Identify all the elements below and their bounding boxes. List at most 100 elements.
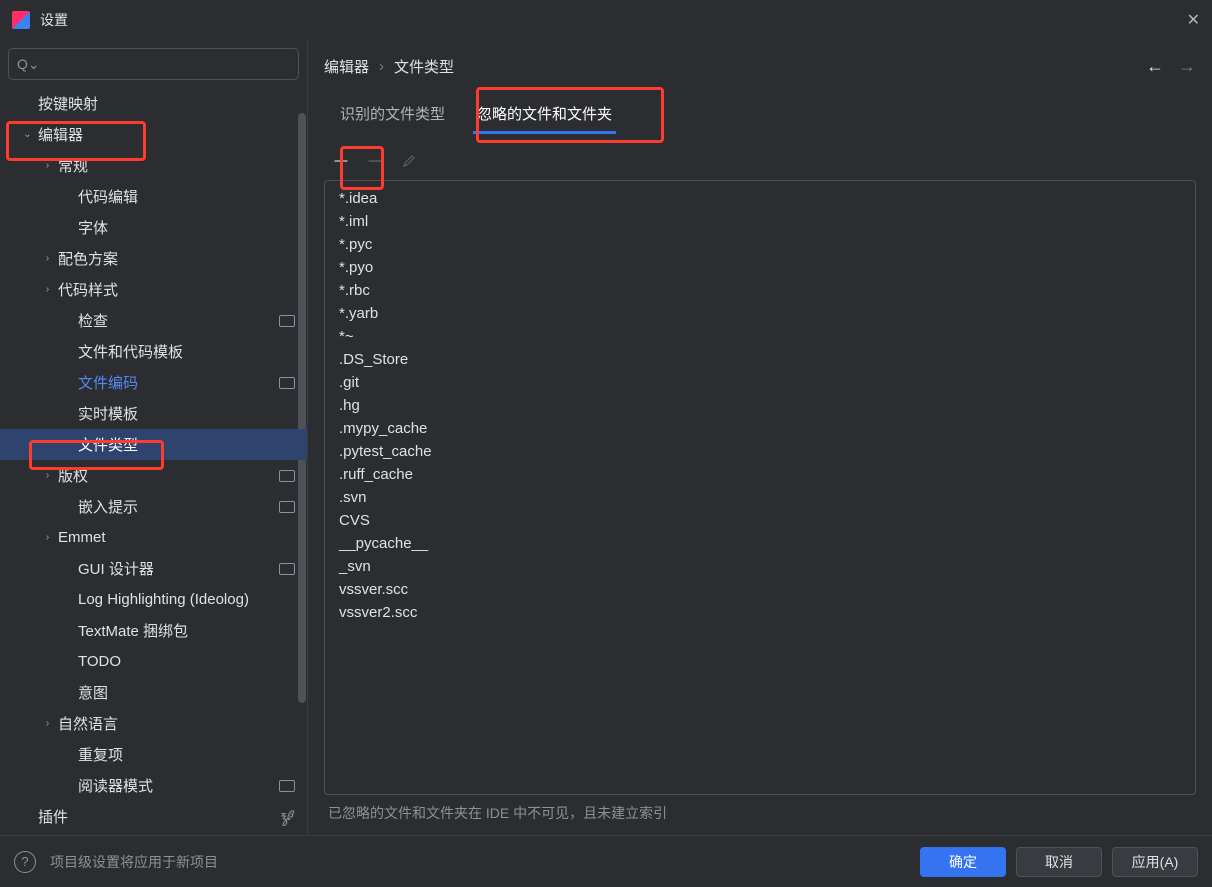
tree-item-label: Emmet [58, 529, 295, 546]
tree-item-label: 阅读器模式 [78, 775, 279, 796]
ignore-pattern-item[interactable]: .git [325, 371, 1195, 394]
ignore-pattern-item[interactable]: *~ [325, 325, 1195, 348]
sidebar-item[interactable]: 文件类型 [0, 429, 307, 460]
ignore-pattern-item[interactable]: *.iml [325, 210, 1195, 233]
nav-back-icon[interactable]: ← [1146, 56, 1164, 77]
sidebar-item[interactable]: 插件🝳 [0, 801, 307, 832]
ignore-pattern-item[interactable]: .hg [325, 394, 1195, 417]
sidebar-item[interactable]: ›自然语言 [0, 708, 307, 739]
sidebar-item[interactable]: 文件和代码模板 [0, 336, 307, 367]
ignore-pattern-item[interactable]: _svn [325, 555, 1195, 578]
settings-tree[interactable]: 按键映射⌄编辑器›常规代码编辑字体›配色方案›代码样式检查文件和代码模板文件编码… [0, 88, 307, 835]
sidebar-item[interactable]: ›常规 [0, 150, 307, 181]
tree-item-label: 文件类型 [78, 434, 295, 455]
tree-item-label: TextMate 捆绑包 [78, 620, 295, 641]
sidebar-item[interactable]: 检查 [0, 305, 307, 336]
ignore-pattern-item[interactable]: CVS [325, 509, 1195, 532]
chevron-right-icon: › [40, 253, 55, 264]
tree-item-label: 意图 [78, 682, 295, 703]
window-title: 设置 [40, 10, 68, 30]
chevron-right-icon: › [40, 532, 55, 543]
sidebar-item[interactable]: ⌄编辑器 [0, 119, 307, 150]
ignore-pattern-item[interactable]: *.idea [325, 187, 1195, 210]
sidebar-item[interactable]: ›配色方案 [0, 243, 307, 274]
ignore-pattern-item[interactable]: .mypy_cache [325, 417, 1195, 440]
tree-item-label: 重复项 [78, 744, 295, 765]
sidebar-item[interactable]: ›版权 [0, 460, 307, 491]
close-icon[interactable]: ✕ [1187, 10, 1200, 30]
ignore-pattern-item[interactable]: vssver.scc [325, 578, 1195, 601]
search-icon: Q⌄ [17, 56, 40, 73]
sidebar-item[interactable]: 代码编辑 [0, 181, 307, 212]
sidebar-item[interactable]: ›Emmet [0, 522, 307, 553]
remove-button[interactable] [362, 148, 388, 174]
sidebar-item[interactable]: 文件编码 [0, 367, 307, 398]
settings-search-input[interactable] [46, 56, 290, 72]
ignore-pattern-item[interactable]: __pycache__ [325, 532, 1195, 555]
apply-button[interactable]: 应用(A) [1112, 847, 1198, 877]
tree-item-label: 文件编码 [78, 372, 279, 393]
tree-item-label: 配色方案 [58, 248, 295, 269]
tree-item-label: 嵌入提示 [78, 496, 279, 517]
sidebar-item[interactable]: TextMate 捆绑包 [0, 615, 307, 646]
sidebar-item[interactable]: TODO [0, 646, 307, 677]
pencil-icon [401, 153, 417, 169]
tree-item-label: 按键映射 [38, 93, 295, 114]
tree-item-label: 代码样式 [58, 279, 295, 300]
ignore-pattern-item[interactable]: .svn [325, 486, 1195, 509]
nav-forward-icon[interactable]: → [1178, 56, 1196, 77]
sidebar-item[interactable]: 重复项 [0, 739, 307, 770]
project-level-badge-icon [279, 315, 295, 327]
app-logo-icon [12, 11, 30, 29]
sidebar-item[interactable]: 按键映射 [0, 88, 307, 119]
project-level-badge-icon [279, 377, 295, 389]
sidebar-item[interactable]: 阅读器模式 [0, 770, 307, 801]
tree-item-label: 版权 [58, 465, 279, 486]
tree-item-label: TODO [78, 653, 295, 670]
breadcrumb: 编辑器 › 文件类型 [324, 56, 454, 77]
settings-search[interactable]: Q⌄ [8, 48, 299, 80]
ignore-pattern-item[interactable]: *.pyo [325, 256, 1195, 279]
sidebar-item[interactable]: ›代码样式 [0, 274, 307, 305]
footer-note: 项目级设置将应用于新项目 [50, 852, 218, 872]
sidebar-item[interactable]: 意图 [0, 677, 307, 708]
ignore-pattern-item[interactable]: *.yarb [325, 302, 1195, 325]
project-level-badge-icon [279, 501, 295, 513]
sidebar-item[interactable]: 字体 [0, 212, 307, 243]
localization-icon: 🝳 [280, 802, 295, 831]
ignore-pattern-item[interactable]: *.pyc [325, 233, 1195, 256]
tree-item-label: 代码编辑 [78, 186, 295, 207]
chevron-right-icon: › [40, 470, 55, 481]
tree-item-label: Log Highlighting (Ideolog) [78, 591, 295, 608]
add-button[interactable] [328, 148, 354, 174]
cancel-button[interactable]: 取消 [1016, 847, 1102, 877]
minus-icon [367, 153, 383, 169]
sidebar-item[interactable]: GUI 设计器 [0, 553, 307, 584]
breadcrumb-part: 文件类型 [394, 56, 454, 77]
breadcrumb-part[interactable]: 编辑器 [324, 56, 369, 77]
plus-icon [333, 153, 349, 169]
ignore-pattern-item[interactable]: vssver2.scc [325, 601, 1195, 624]
ignore-pattern-item[interactable]: .DS_Store [325, 348, 1195, 371]
tree-item-label: GUI 设计器 [78, 558, 279, 579]
project-level-badge-icon [279, 470, 295, 482]
help-icon[interactable]: ? [14, 851, 36, 873]
chevron-right-icon: › [379, 58, 384, 75]
sidebar-item[interactable]: Log Highlighting (Ideolog) [0, 584, 307, 615]
chevron-down-icon: ⌄ [20, 129, 35, 140]
ignore-pattern-item[interactable]: .ruff_cache [325, 463, 1195, 486]
tab-recognized-filetypes[interactable]: 识别的文件类型 [324, 95, 461, 134]
edit-button[interactable] [396, 148, 422, 174]
tab-ignored-files[interactable]: 忽略的文件和文件夹 [461, 95, 628, 134]
sidebar-item[interactable]: 嵌入提示 [0, 491, 307, 522]
ignore-pattern-item[interactable]: .pytest_cache [325, 440, 1195, 463]
tree-item-label: 检查 [78, 310, 279, 331]
tree-item-label: 文件和代码模板 [78, 341, 295, 362]
ignore-pattern-item[interactable]: *.rbc [325, 279, 1195, 302]
ok-button[interactable]: 确定 [920, 847, 1006, 877]
ignore-hint: 已忽略的文件和文件夹在 IDE 中不可见，且未建立索引 [324, 795, 1196, 835]
sidebar-item[interactable]: 实时模板 [0, 398, 307, 429]
chevron-right-icon: › [40, 718, 55, 729]
ignore-patterns-list[interactable]: *.idea*.iml*.pyc*.pyo*.rbc*.yarb*~.DS_St… [324, 180, 1196, 795]
project-level-badge-icon [279, 563, 295, 575]
